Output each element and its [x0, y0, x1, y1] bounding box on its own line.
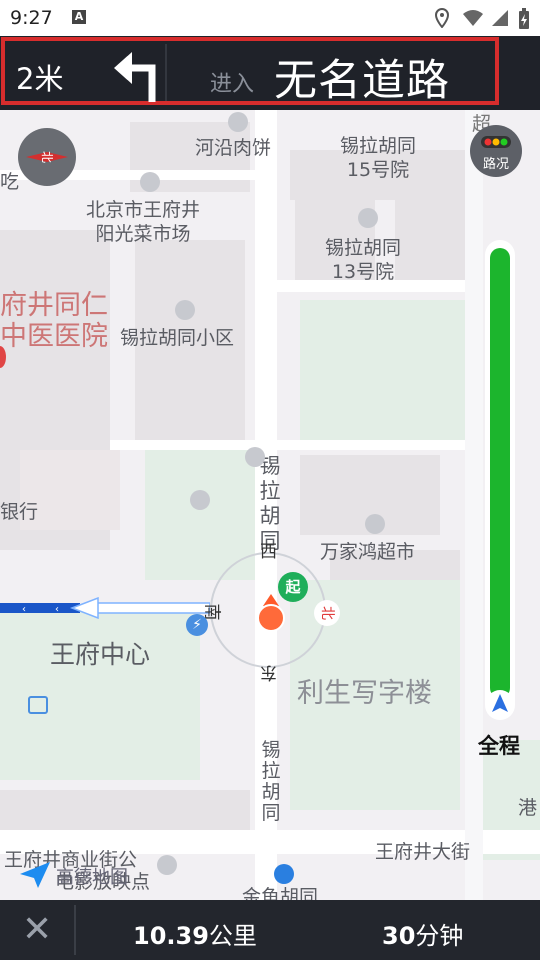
next-road-name: 无名道路	[274, 56, 450, 106]
street-label: 锡拉胡同	[261, 739, 281, 824]
traffic-bar-fill	[490, 248, 510, 698]
parking-icon	[28, 696, 48, 714]
street-label: 锡拉胡同	[259, 454, 281, 553]
market-icon	[140, 172, 160, 192]
battery-icon	[518, 8, 530, 35]
north-indicator: 北	[314, 600, 340, 626]
poi-label: 吃	[0, 171, 20, 193]
poi-label: 利生写字楼	[297, 678, 432, 709]
poi-label: 银行	[0, 501, 39, 523]
remaining-time: 30分钟	[382, 916, 463, 951]
direction-west-label: 西	[260, 542, 277, 562]
compass-button[interactable]: 北	[18, 128, 76, 186]
location-icon	[434, 7, 450, 33]
direction-east-label: 东	[260, 662, 277, 682]
map-road	[465, 110, 483, 900]
enter-label: 进入	[210, 72, 255, 97]
charging-icon: ⚡	[186, 614, 208, 636]
status-bar: 9:27 A	[0, 0, 540, 36]
remaining-time-unit: 分钟	[415, 922, 464, 950]
traffic-toggle-button[interactable]: 路况	[470, 125, 522, 177]
map-block	[395, 195, 465, 285]
shopping-icon	[365, 514, 385, 534]
route-line: ‹ ‹	[0, 596, 211, 620]
amap-logo-text: 高德地图	[56, 867, 128, 888]
signal-icon	[490, 8, 510, 33]
next-turn-distance: 2米	[16, 62, 64, 96]
poi-icon	[175, 300, 195, 320]
notification-a-icon: A	[72, 10, 86, 24]
remaining-distance: 10.39公里	[133, 916, 257, 951]
street-label: 金鱼胡同	[242, 886, 319, 900]
map-view[interactable]: ‹ ‹ 河沿肉饼 锡拉胡同 15号院 吃 北京市王府井 阳光菜市场 锡拉胡同 1…	[0, 110, 540, 900]
poi-label: 锡拉胡同 15号院	[340, 135, 417, 181]
poi-icon	[245, 447, 265, 467]
status-time: 9:27	[10, 7, 53, 29]
turn-left-arrow-icon	[112, 46, 162, 108]
amap-logo-icon	[18, 860, 52, 890]
poi-label: 锡拉胡同 13号院	[325, 237, 402, 283]
map-green-area	[300, 300, 470, 440]
poi-label: 万家鸿超市	[320, 541, 416, 563]
hospital-label: 府井同仁 中医医院	[0, 290, 108, 352]
route-progress-marker	[486, 690, 514, 718]
compass-north-label: 北	[40, 150, 54, 163]
poi-icon	[157, 855, 177, 875]
wifi-icon	[462, 8, 484, 33]
svg-text:‹: ‹	[22, 604, 26, 615]
poi-label: 港	[518, 797, 538, 819]
traffic-light-icon	[481, 136, 511, 148]
remaining-time-value: 30	[382, 922, 416, 950]
poi-icon	[190, 490, 210, 510]
poi-label: 北京市王府井 阳光菜市场	[86, 199, 201, 245]
poi-icon	[228, 112, 248, 132]
map-green-area	[0, 610, 200, 780]
remaining-distance-unit: 公里	[208, 922, 257, 950]
poi-label: 王府中心	[50, 640, 151, 669]
car-position-icon	[256, 594, 286, 638]
poi-label: 河沿肉饼	[195, 137, 272, 159]
poi-icon	[358, 208, 378, 228]
exit-navigation-button[interactable]: ✕	[22, 910, 52, 950]
svg-text:‹: ‹	[55, 604, 59, 615]
metro-icon	[274, 864, 294, 884]
full-route-button[interactable]: 全程	[478, 730, 520, 760]
street-label: 王府井大街	[375, 841, 471, 863]
remaining-distance-value: 10.39	[133, 922, 209, 950]
bottom-divider	[74, 905, 76, 955]
map-road	[110, 440, 480, 450]
traffic-label: 路况	[482, 157, 509, 172]
poi-label: 锡拉胡同小区	[120, 327, 235, 349]
